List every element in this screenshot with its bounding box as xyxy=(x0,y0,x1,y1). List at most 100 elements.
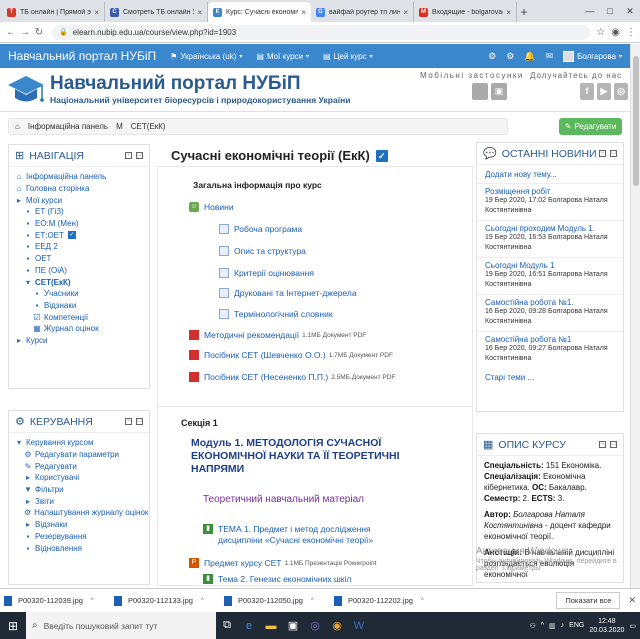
network-icon[interactable]: ▥ xyxy=(549,622,556,630)
store-icon[interactable]: ▣ xyxy=(282,612,304,639)
site-brand[interactable]: Навчальний портал НУБіП xyxy=(8,49,156,63)
management-item[interactable]: ▪ Відновлення xyxy=(15,542,143,554)
dock-icon[interactable]: □ xyxy=(136,418,143,425)
navigation-item[interactable]: ▪ Учасники xyxy=(15,288,143,300)
close-window-icon[interactable]: ✕ xyxy=(620,6,640,17)
news-item-link[interactable]: Розміщення робіт xyxy=(485,187,551,196)
activity-link[interactable]: ▮ Тема 2. Генезис економічних шкіл xyxy=(203,574,351,584)
forward-icon[interactable]: → xyxy=(18,27,32,38)
show-all-button[interactable]: Показати все xyxy=(556,592,621,609)
collapse-icon[interactable]: − xyxy=(599,150,606,157)
reload-icon[interactable]: ↻ xyxy=(32,27,46,38)
activity-link[interactable]: Критерії оцінювання xyxy=(219,268,314,278)
activity-link[interactable]: ▮ ТЕМА 1. Предмет і метод дослідження дис… xyxy=(203,524,413,546)
url-input[interactable]: 🔒 elearn.nubip.edu.ua/course/view.php?id… xyxy=(52,24,591,40)
breadcrumb-course[interactable]: СЕТ(ЕкК) xyxy=(131,122,166,131)
close-tab-icon[interactable]: × xyxy=(301,8,306,17)
collapse-icon[interactable]: − xyxy=(599,441,606,448)
close-tab-icon[interactable]: × xyxy=(197,8,202,17)
navigation-item[interactable]: ▾ СЕТ(ЕкК) xyxy=(15,276,143,288)
download-item[interactable]: P00320-112202.jpg ^ xyxy=(334,595,444,606)
navigation-item[interactable]: ▪ ПЕ (ОіА) xyxy=(15,265,143,277)
maximize-icon[interactable]: □ xyxy=(600,6,620,16)
navigation-item[interactable]: ▸ Мої курси xyxy=(15,194,143,206)
news-item-link[interactable]: Сьогодні Модуль 1 xyxy=(485,261,555,270)
navigation-item[interactable]: ▪ ЕТ (ГіЗ) xyxy=(15,206,143,218)
chrome-icon[interactable]: ◉ xyxy=(326,612,348,639)
scrollbar-thumb[interactable] xyxy=(633,56,639,186)
browser-tab[interactable]: Т ТБ онлайн | Прямой эфир× xyxy=(2,2,105,22)
activity-link[interactable]: Посібник СЕТ (Несененко П.П.) 2.5МБ Докум… xyxy=(189,372,395,382)
close-tab-icon[interactable]: × xyxy=(506,8,511,17)
youtube-icon[interactable]: ▶ xyxy=(597,83,611,100)
apple-icon[interactable] xyxy=(472,83,488,100)
user-menu[interactable]: Болгарова ▾ xyxy=(563,50,622,62)
file-explorer-icon[interactable]: ▬ xyxy=(260,612,282,639)
facebook-icon[interactable]: f xyxy=(580,83,594,100)
gear-icon[interactable]: ⚙ xyxy=(506,51,514,62)
graduation-cap-logo[interactable] xyxy=(7,72,45,108)
browser-tab[interactable]: Gвайфай роутер тп линк - Г× xyxy=(311,2,414,22)
collapse-icon[interactable]: − xyxy=(125,418,132,425)
settings-icon[interactable]: ⚙ xyxy=(488,51,496,62)
activity-link[interactable]: Посібник СЕТ (Шевченко О.О.) 1.7МБ Докуме… xyxy=(189,350,393,360)
news-item-link[interactable]: Самостійна робота №1 xyxy=(485,335,571,344)
dock-icon[interactable]: □ xyxy=(610,441,617,448)
back-icon[interactable]: ← xyxy=(4,27,18,38)
activity-link[interactable]: Термінологічний словник xyxy=(219,309,333,319)
management-item[interactable]: ✎ Редагувати xyxy=(15,460,143,472)
chevron-up-icon[interactable]: ^ xyxy=(421,598,424,604)
dock-icon[interactable]: □ xyxy=(610,150,617,157)
chevron-up-icon[interactable]: ^ xyxy=(311,598,314,604)
chevron-up-icon[interactable]: ^ xyxy=(201,598,204,604)
breadcrumb-m[interactable]: М xyxy=(116,122,123,131)
edge-icon[interactable]: e xyxy=(238,612,260,639)
management-item[interactable]: ▸ Звіти xyxy=(15,495,143,507)
navigation-item[interactable]: ⌂ Головна сторінка xyxy=(15,183,143,195)
navigation-item[interactable]: ⌂ Інформаційна панель xyxy=(15,171,143,183)
collapse-icon[interactable]: − xyxy=(125,152,132,159)
management-item[interactable]: ▸ Відзнаки xyxy=(15,519,143,531)
news-item-link[interactable]: Самостійна робота №1. xyxy=(485,298,574,307)
new-tab-icon[interactable]: + xyxy=(517,2,531,22)
navigation-item[interactable]: ▪ ЕЕД 2 xyxy=(15,241,143,253)
download-item[interactable]: P00320-112039.jpg ^ xyxy=(4,595,114,606)
navigation-item[interactable]: ☑ Компетенції xyxy=(15,311,143,323)
management-item[interactable]: ▪ Резервування xyxy=(15,531,143,543)
navigation-item[interactable]: ▪ ЕТ:ОЕТ ✓ xyxy=(15,229,143,241)
download-item[interactable]: P00320-112050.jpg ^ xyxy=(224,595,334,606)
activity-link[interactable]: Робоча програма xyxy=(219,224,302,234)
minimize-icon[interactable]: — xyxy=(580,6,600,16)
word-icon[interactable]: W xyxy=(348,612,370,639)
chevron-up-icon[interactable]: ^ xyxy=(91,598,94,604)
page-scrollbar[interactable] xyxy=(630,44,640,588)
chevron-up-icon[interactable]: ^ xyxy=(541,622,544,629)
management-item[interactable]: ▼ Фільтри xyxy=(15,484,143,496)
activity-link[interactable]: Методичні рекомендації 1.1МБ Документ PDF xyxy=(189,330,366,340)
messages-icon[interactable]: ✉ xyxy=(546,51,554,62)
management-item[interactable]: ▾ Керування курсом xyxy=(15,437,143,449)
close-downloads-icon[interactable]: ✕ xyxy=(628,595,636,606)
volume-icon[interactable]: ♪ xyxy=(561,622,565,629)
browser-tab[interactable]: К Курс: Сучасні економічні т× xyxy=(208,2,311,22)
download-item[interactable]: P00320-112133.jpg ^ xyxy=(114,595,224,606)
activity-link[interactable]: Друковані та Інтернет-джерела xyxy=(219,288,357,298)
viber-icon[interactable]: ◎ xyxy=(304,612,326,639)
navigation-item[interactable]: ▪ ОЕТ xyxy=(15,253,143,265)
close-tab-icon[interactable]: × xyxy=(403,8,408,17)
add-topic-link[interactable]: Додати нову тему... xyxy=(485,170,557,179)
notifications-icon[interactable]: 🔔 xyxy=(524,51,535,62)
star-icon[interactable]: ☆ xyxy=(596,27,605,38)
people-icon[interactable]: ⚇ xyxy=(529,622,535,630)
dock-icon[interactable]: □ xyxy=(136,152,143,159)
management-item[interactable]: ⚙ Налаштування журналу оцінок xyxy=(15,507,148,519)
language-indicator[interactable]: ENG xyxy=(569,622,584,629)
navigation-item[interactable]: ▸ Курси xyxy=(15,335,143,347)
this-course-menu[interactable]: ▤ Цей курс ▾ xyxy=(323,52,373,61)
navigation-item[interactable]: ▪ Відзнаки xyxy=(15,300,143,312)
activity-link[interactable]: P Предмет курсу СЕТ 1.1МБ Презентація Powe… xyxy=(189,558,376,568)
navigation-item[interactable]: ▦ Журнал оцінок xyxy=(15,323,143,335)
edit-button[interactable]: ✎ Редагувати xyxy=(559,118,622,135)
notification-center-icon[interactable]: ▭ xyxy=(629,622,636,630)
language-menu[interactable]: ⚑ Українська (uk) ▾ xyxy=(170,52,242,61)
